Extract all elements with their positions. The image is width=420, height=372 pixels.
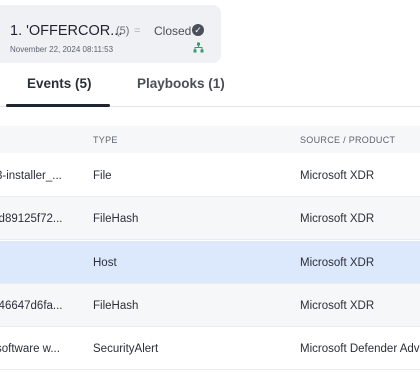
incident-date: November 22, 2024 08:11:53 <box>10 45 114 54</box>
table-row[interactable]: ld89125f72... FileHash Microsoft XDR <box>0 197 420 240</box>
tab-playbooks[interactable]: Playbooks (1) <box>137 76 225 91</box>
cell-source: Microsoft XDR <box>300 300 375 312</box>
incident-count: (5) <box>116 25 130 37</box>
active-tab-indicator <box>6 104 110 107</box>
cell-source: Microsoft XDR <box>300 257 375 269</box>
table-header: TYPE SOURCE / PRODUCT <box>0 126 420 153</box>
status-label: Closed <box>154 24 192 38</box>
cell-name: software w... <box>0 343 60 355</box>
cell-type: FileHash <box>93 213 139 225</box>
cell-source: Microsoft XDR <box>300 170 375 182</box>
hierarchy-icon[interactable] <box>193 42 204 53</box>
table-row[interactable]: l46647d6fa... FileHash Microsoft XDR <box>0 284 420 327</box>
cell-name: 3-installer_... <box>0 170 62 182</box>
check-circle-icon: ✓ <box>192 24 204 36</box>
column-header-source[interactable]: SOURCE / PRODUCT <box>300 135 395 145</box>
table-row[interactable]: software w... SecurityAlert Microsoft De… <box>0 327 420 370</box>
cell-source: Microsoft Defender Adv <box>300 343 420 355</box>
table-row-selected[interactable]: Host Microsoft XDR <box>0 241 420 284</box>
table-row[interactable]: 3-installer_... File Microsoft XDR <box>0 154 420 197</box>
cell-name: ld89125f72... <box>0 213 63 225</box>
tab-events[interactable]: Events (5) <box>27 76 92 91</box>
cell-name: l46647d6fa... <box>0 300 63 312</box>
incident-card[interactable]: 1. 'OFFERCOR... (5) = Closed ✓ November … <box>0 5 221 63</box>
incident-title[interactable]: 1. 'OFFERCOR... <box>10 23 122 39</box>
cell-type: SecurityAlert <box>93 343 159 355</box>
cell-source: Microsoft XDR <box>300 213 375 225</box>
cell-type: FileHash <box>93 300 139 312</box>
equals-icon: = <box>134 25 141 37</box>
column-header-type[interactable]: TYPE <box>93 135 118 145</box>
tab-bar: Events (5) Playbooks (1) <box>0 64 420 107</box>
cell-type: Host <box>93 257 117 269</box>
cell-type: File <box>93 170 112 182</box>
